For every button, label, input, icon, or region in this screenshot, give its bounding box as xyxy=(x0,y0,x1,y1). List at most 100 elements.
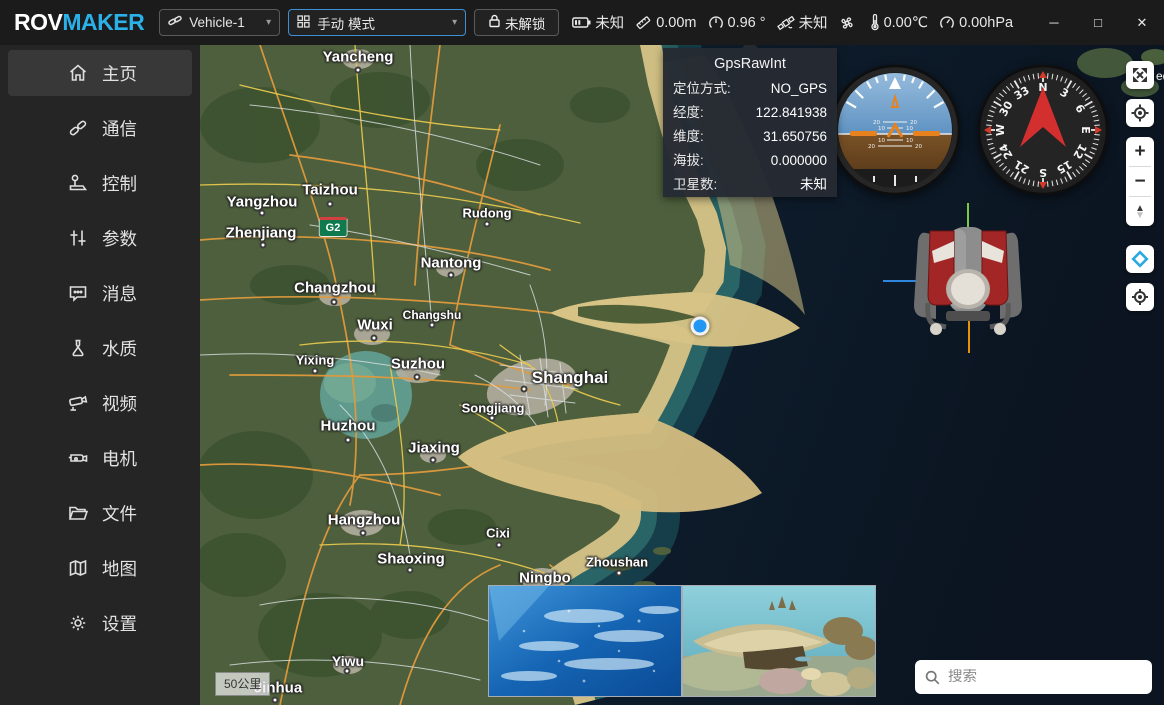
battery-icon xyxy=(572,17,591,28)
search-input[interactable] xyxy=(948,669,1142,685)
svg-text:10: 10 xyxy=(878,126,885,132)
message-icon xyxy=(66,281,90,305)
sidebar-item-label: 消息 xyxy=(102,281,137,306)
chevron-down-icon: ▾ xyxy=(452,17,457,28)
status-row: 未知 0.00m 0.96 ° 未知 0.00℃ xyxy=(569,12,1016,33)
svg-text:10: 10 xyxy=(878,138,885,144)
gear-icon xyxy=(66,611,90,635)
map-icon xyxy=(66,556,90,580)
sidebar-item-map[interactable]: 地图 xyxy=(8,545,192,591)
heading-gauge-icon xyxy=(708,15,724,31)
top-bar: ROVMAKER Vehicle-1 ▾ 手动 模式 ▾ 未解锁 未知 xyxy=(0,0,1164,45)
vehicle-select[interactable]: Vehicle-1 ▾ xyxy=(159,9,280,36)
svg-text:10: 10 xyxy=(906,126,913,132)
sidebar-item-label: 控制 xyxy=(102,171,137,196)
status-temperature: 0.00℃ xyxy=(867,14,932,31)
sidebar-item-video[interactable]: 视频 xyxy=(8,380,192,426)
tilt-down-icon: ▼ xyxy=(1135,212,1145,219)
rovmaker-logo: ROVMAKER xyxy=(14,9,144,36)
zoom-control: + − ▲ ▼ xyxy=(1126,137,1154,226)
fullscreen-button[interactable] xyxy=(1126,61,1154,89)
map-scale: 50公里 xyxy=(215,672,270,696)
mode-select-label: 手动 模式 xyxy=(317,13,375,33)
gps-row-latitude: 维度:31.650756 xyxy=(673,125,827,149)
video-thumbnail-2[interactable] xyxy=(681,586,875,696)
maximize-button[interactable]: □ xyxy=(1076,0,1120,45)
svg-text:E: E xyxy=(1079,126,1092,134)
map-attribution: ed xyxy=(1156,69,1164,83)
sidebar-item-water-quality[interactable]: 水质 xyxy=(8,325,192,371)
tilt-control[interactable]: ▲ ▼ xyxy=(1126,197,1154,226)
sliders-icon xyxy=(66,226,90,250)
center-target-button[interactable] xyxy=(1126,283,1154,311)
mode-select[interactable]: 手动 模式 ▾ xyxy=(288,9,466,36)
sidebar-item-label: 文件 xyxy=(102,501,137,526)
svg-text:S: S xyxy=(1039,166,1047,179)
arm-button-label: 未解锁 xyxy=(505,13,546,33)
minimize-button[interactable]: ─ xyxy=(1032,0,1076,45)
link-icon xyxy=(168,14,182,31)
search-box xyxy=(915,660,1152,694)
target-icon xyxy=(1131,288,1149,306)
sidebar-item-settings[interactable]: 设置 xyxy=(8,600,192,646)
position-marker[interactable] xyxy=(691,317,710,336)
sidebar-item-label: 水质 xyxy=(102,336,137,361)
gps-row-altitude: 海拔:0.000000 xyxy=(673,149,827,173)
search-icon xyxy=(925,670,940,685)
sidebar-item-home[interactable]: 主页 xyxy=(8,50,192,96)
svg-text:10: 10 xyxy=(906,138,913,144)
gps-panel-title: GpsRawInt xyxy=(673,56,827,72)
gps-raw-panel: GpsRawInt 定位方式:NO_GPS 经度:122.841938 维度:3… xyxy=(663,48,837,197)
video-thumbnail-1[interactable] xyxy=(489,586,681,696)
status-pressure: 0.00hPa xyxy=(936,15,1016,31)
sidebar-item-label: 参数 xyxy=(102,226,137,251)
motor-icon xyxy=(66,446,90,470)
satellite-icon xyxy=(777,15,795,31)
sidebar-item-comms[interactable]: 通信 xyxy=(8,105,192,151)
compass: N 3 6 E 12 15 S 21 24 W 30 33 xyxy=(978,65,1108,195)
vehicle-select-label: Vehicle-1 xyxy=(189,15,245,30)
sidebar-item-params[interactable]: 参数 xyxy=(8,215,192,261)
flask-icon xyxy=(66,336,90,360)
status-battery: 未知 xyxy=(569,12,627,33)
rov-3d-view[interactable] xyxy=(850,185,1080,365)
joystick-icon xyxy=(66,171,90,195)
chevron-down-icon: ▾ xyxy=(266,17,271,28)
coral-reef-video xyxy=(683,586,875,696)
underwater-blue-video xyxy=(489,586,681,696)
orientation-button[interactable] xyxy=(1126,245,1154,273)
sidebar-item-label: 通信 xyxy=(102,116,137,141)
sidebar: 主页 通信 控制 参数 消息 水质 视频 电机 xyxy=(0,45,200,705)
svg-text:20: 20 xyxy=(915,144,922,150)
rovmaker-app: ROVMAKER Vehicle-1 ▾ 手动 模式 ▾ 未解锁 未知 xyxy=(0,0,1164,705)
gps-row-longitude: 经度:122.841938 xyxy=(673,101,827,125)
sidebar-item-messages[interactable]: 消息 xyxy=(8,270,192,316)
status-heading: 0.96 ° xyxy=(705,15,769,31)
thermometer-icon xyxy=(870,14,880,31)
sidebar-item-control[interactable]: 控制 xyxy=(8,160,192,206)
lock-icon xyxy=(488,14,501,31)
sidebar-item-label: 设置 xyxy=(102,611,137,636)
sidebar-item-motor[interactable]: 电机 xyxy=(8,435,192,481)
gps-row-fixtype: 定位方式:NO_GPS xyxy=(673,77,827,101)
fullscreen-icon xyxy=(1131,66,1149,84)
compass-diamond-icon xyxy=(1131,250,1149,268)
sidebar-item-label: 主页 xyxy=(102,61,137,86)
arm-button[interactable]: 未解锁 xyxy=(474,9,559,36)
zoom-in-button[interactable]: + xyxy=(1126,137,1154,166)
map-viewport[interactable]: YanchengTaizhouYangzhouZhenjiangRudongNa… xyxy=(200,45,1164,705)
mode-grid-icon xyxy=(297,15,310,31)
status-gps[interactable]: 未知 xyxy=(774,12,831,33)
video-strip xyxy=(488,585,876,697)
sidebar-item-label: 地图 xyxy=(102,556,137,581)
svg-text:W: W xyxy=(994,124,1007,136)
status-depth: 0.00m xyxy=(632,15,699,31)
close-button[interactable]: ✕ xyxy=(1120,0,1164,45)
pressure-gauge-icon xyxy=(939,15,955,31)
locate-button[interactable] xyxy=(1126,99,1154,127)
sidebar-item-files[interactable]: 文件 xyxy=(8,490,192,536)
locate-icon xyxy=(1131,104,1149,122)
zoom-out-button[interactable]: − xyxy=(1126,167,1154,196)
gps-row-satellites: 卫星数:未知 xyxy=(673,173,827,197)
sidebar-item-label: 电机 xyxy=(102,446,137,471)
